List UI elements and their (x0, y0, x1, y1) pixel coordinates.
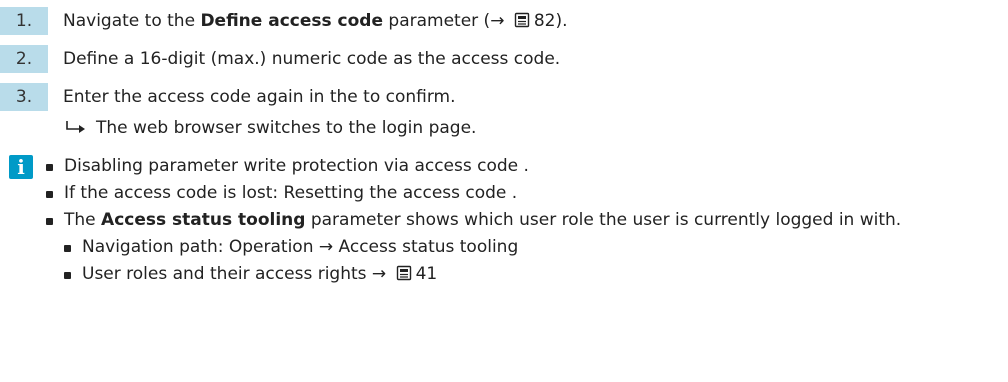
note-text: Navigation path: Operation → Access stat… (82, 237, 519, 257)
result-arrow-icon (66, 121, 85, 133)
info-icon: i (9, 155, 33, 179)
step-text: Navigate to the Define access code param… (63, 11, 568, 31)
list-item: User roles and their access rights → 41 (64, 261, 996, 288)
step-result: The web browser switches to the login pa… (64, 117, 476, 139)
step-text-tail: ). (555, 11, 568, 31)
step-3: 3. Enter the access code again in the to… (0, 83, 456, 111)
result-text: The web browser switches to the login pa… (96, 118, 477, 138)
step-number: 3. (0, 83, 48, 111)
step-text-post: parameter (→ (383, 11, 510, 31)
page-reference[interactable]: 82 (534, 11, 556, 31)
book-icon (514, 12, 530, 28)
page-reference[interactable]: 41 (416, 264, 438, 284)
book-icon (396, 265, 411, 281)
list-item: If the access code is lost: Resetting th… (46, 180, 996, 207)
step-number: 2. (0, 45, 48, 73)
note-text: User roles and their access rights → (82, 264, 392, 284)
parameter-name: Access status tooling (101, 210, 306, 230)
note-text: Disabling parameter write protection via… (64, 156, 529, 176)
list-item: The Access status tooling parameter show… (46, 207, 996, 288)
note-text: If the access code is lost: Resetting th… (64, 183, 518, 203)
note-text-pre: The (64, 210, 102, 230)
step-text-pre: Navigate to the (63, 11, 201, 31)
parameter-name: Define access code (200, 11, 383, 31)
step-text: Enter the access code again in the to co… (63, 87, 456, 107)
sub-list: Navigation path: Operation → Access stat… (64, 234, 996, 288)
step-2: 2. Define a 16-digit (max.) numeric code… (0, 45, 560, 73)
step-1: 1. Navigate to the Define access code pa… (0, 7, 568, 35)
step-number: 1. (0, 7, 48, 35)
note-list: Disabling parameter write protection via… (46, 153, 996, 288)
list-item: Disabling parameter write protection via… (46, 153, 996, 180)
note-text-post: parameter shows which user role the user… (305, 210, 902, 230)
list-item: Navigation path: Operation → Access stat… (64, 234, 996, 261)
step-text: Define a 16-digit (max.) numeric code as… (63, 49, 561, 69)
